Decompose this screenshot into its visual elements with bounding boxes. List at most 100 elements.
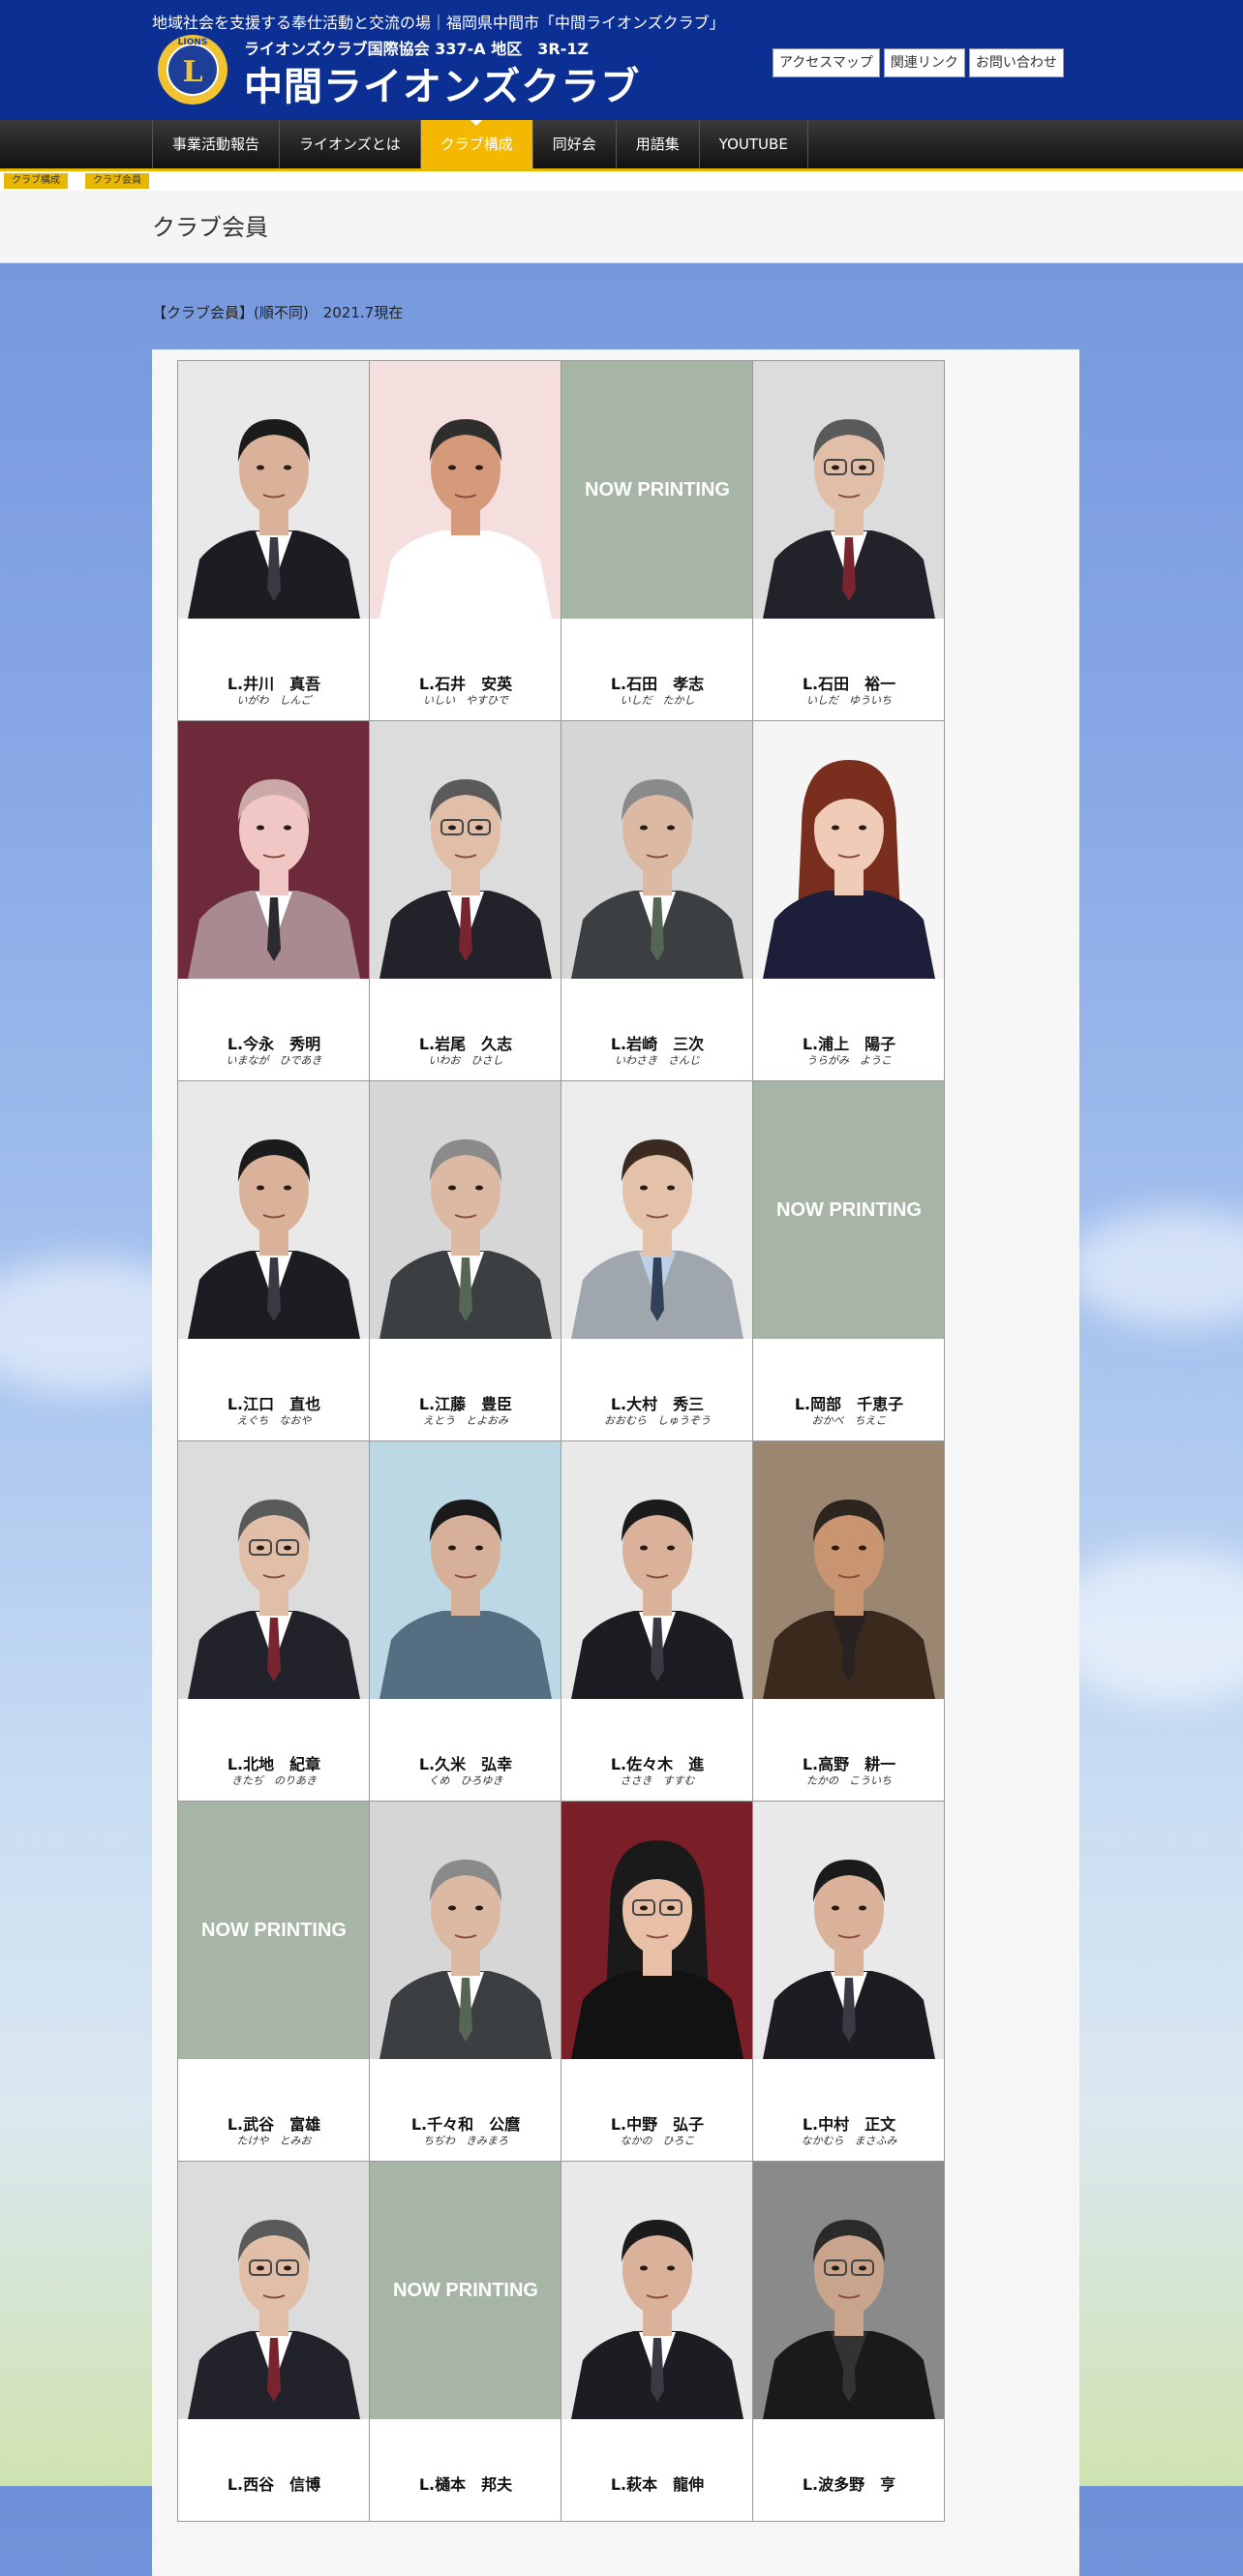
member-name: L.井川 真吾 [227, 675, 321, 693]
member-name-kana: なかむら まさふみ [801, 2135, 897, 2147]
member-name: L.久米 弘幸 [418, 1755, 513, 1773]
member-name-kana: いまなが ひであき [226, 1054, 322, 1067]
member-name: L.千々和 公麿 [410, 2115, 521, 2134]
now-printing-label: NOW PRINTING [753, 1081, 944, 1339]
member-name-kana: いしだ ゆういち [806, 694, 892, 707]
member-name-kana: えとう とよおみ [423, 1414, 508, 1427]
nav-hobby-club[interactable]: 同好会 [531, 120, 616, 168]
lions-logo[interactable]: L LIONS [152, 31, 233, 108]
breadcrumb-club-structure[interactable]: クラブ構成 [4, 173, 68, 189]
member-photo [753, 361, 944, 619]
member-name-kana: いしい やすひで [423, 694, 508, 707]
member-name-kana: うらがみ ようこ [806, 1054, 892, 1067]
site-tagline: 地域社会を支援する奉仕活動と交流の場｜福岡県中間市「中間ライオンズクラブ」 [152, 14, 725, 32]
member-name: L.西谷 信博 [227, 2475, 321, 2494]
member-card: L.浦上 陽子 うらがみ ようこ [753, 721, 945, 1081]
member-grid: L.井川 真吾 いがわ しんご L.石井 安英 いしい やすひで NOW PRINTIN… [177, 360, 945, 2522]
member-card: L.岩尾 久志 いわお ひさし [370, 721, 561, 1081]
member-name: L.今永 秀明 [227, 1035, 321, 1053]
member-card: NOW PRINTING L.樋本 邦夫 [370, 2162, 561, 2522]
member-name-kana: たけや とみお [236, 2135, 312, 2147]
member-photo [753, 2162, 944, 2419]
member-name-kana: きたぢ のりあき [231, 1774, 317, 1787]
page-title: クラブ会員 [152, 214, 268, 241]
member-name: L.中野 弘子 [610, 2115, 705, 2134]
member-name: L.石井 安英 [418, 675, 513, 693]
member-card: L.井川 真吾 いがわ しんご [178, 361, 370, 721]
member-card: L.久米 弘幸 くめ ひろゆき [370, 1441, 561, 1802]
member-photo [370, 721, 561, 979]
member-photo [561, 1441, 752, 1699]
member-photo [178, 1441, 369, 1699]
nav-glossary[interactable]: 用語集 [615, 120, 699, 168]
member-name: L.江藤 豊臣 [418, 1395, 513, 1413]
member-photo [178, 721, 369, 979]
member-card: L.千々和 公麿 ちぢわ きみまろ [370, 1802, 561, 2162]
member-card: L.大村 秀三 おおむら しゅうぞう [561, 1081, 753, 1441]
member-card: NOW PRINTING L.武谷 富雄 たけや とみお [178, 1802, 370, 2162]
nav-about-lions[interactable]: ライオンズとは [279, 120, 420, 168]
member-name-kana: おおむら しゅうぞう [604, 1414, 711, 1427]
now-printing-label: NOW PRINTING [561, 361, 752, 619]
member-name-kana: ささき すすむ [620, 1774, 695, 1787]
member-card: NOW PRINTING L.岡部 千恵子 おかべ ちえこ [753, 1081, 945, 1441]
member-name-kana: いがわ しんご [236, 694, 312, 707]
now-printing-placeholder: NOW PRINTING [753, 1081, 944, 1339]
member-photo [370, 1441, 561, 1699]
member-card: L.西谷 信博 [178, 2162, 370, 2522]
member-name: L.岩尾 久志 [418, 1035, 513, 1053]
member-name-kana: たかの こういち [806, 1774, 892, 1787]
site-header: 地域社会を支援する奉仕活動と交流の場｜福岡県中間市「中間ライオンズクラブ」 L … [0, 0, 1243, 120]
member-name: L.大村 秀三 [610, 1395, 705, 1413]
now-printing-label: NOW PRINTING [178, 1802, 369, 2059]
member-name: L.江口 直也 [227, 1395, 321, 1413]
member-name-kana: いわお ひさし [428, 1054, 503, 1067]
member-photo [561, 2162, 752, 2419]
logo-text: LIONS [178, 38, 208, 47]
now-printing-label: NOW PRINTING [370, 2162, 561, 2419]
member-card: NOW PRINTING L.石田 孝志 いしだ たかし [561, 361, 753, 721]
access-map-link[interactable]: アクセスマップ [773, 48, 880, 77]
related-links-link[interactable]: 関連リンク [883, 48, 965, 77]
member-name-kana: なかの ひろこ [620, 2135, 695, 2147]
member-name: L.波多野 亨 [802, 2475, 896, 2494]
breadcrumb-club-members[interactable]: クラブ会員 [85, 173, 149, 189]
member-name: L.北地 紀章 [227, 1755, 321, 1773]
member-photo [561, 721, 752, 979]
member-photo [370, 361, 561, 619]
member-photo [561, 1802, 752, 2059]
member-card: L.江藤 豊臣 えとう とよおみ [370, 1081, 561, 1441]
member-card: L.佐々木 進ささき すすむ [561, 1441, 753, 1802]
member-photo [561, 1081, 752, 1339]
member-name: L.石田 孝志 [610, 675, 705, 693]
member-name-kana: いしだ たかし [620, 694, 695, 707]
member-card: L.石田 裕一 いしだ ゆういち [753, 361, 945, 721]
member-card: L.北地 紀章 きたぢ のりあき [178, 1441, 370, 1802]
member-name-kana: くめ ひろゆき [428, 1774, 503, 1787]
member-name-kana: ちぢわ きみまろ [423, 2135, 508, 2147]
member-name: L.武谷 富雄 [227, 2115, 321, 2134]
member-photo [753, 1441, 944, 1699]
member-photo [178, 2162, 369, 2419]
member-card: L.今永 秀明 いまなが ひであき [178, 721, 370, 1081]
member-card: L.中野 弘子 なかの ひろこ [561, 1802, 753, 2162]
now-printing-placeholder: NOW PRINTING [178, 1802, 369, 2059]
member-name-kana: えぐち なおや [236, 1414, 312, 1427]
member-card: L.中村 正文 なかむら まさふみ [753, 1802, 945, 2162]
nav-activity-reports[interactable]: 事業活動報告 [152, 120, 279, 168]
member-name-kana: おかべ ちえこ [811, 1414, 887, 1427]
member-card: L.石井 安英 いしい やすひで [370, 361, 561, 721]
member-name: L.中村 正文 [802, 2115, 896, 2134]
member-name: L.高野 耕一 [802, 1755, 896, 1773]
member-card: L.萩本 龍伸 [561, 2162, 753, 2522]
nav-club-structure[interactable]: クラブ構成 [419, 120, 532, 168]
nav-youtube[interactable]: YOUTUBE [698, 120, 808, 168]
member-name: L.樋本 邦夫 [418, 2475, 513, 2494]
club-name: 中間ライオンズクラブ [244, 65, 641, 109]
contact-link[interactable]: お問い合わせ [968, 48, 1064, 77]
member-photo [370, 1802, 561, 2059]
member-name: L.岡部 千恵子 [794, 1395, 904, 1413]
member-photo [370, 1081, 561, 1339]
member-name: L.岩崎 三次 [610, 1035, 705, 1053]
member-card: L.岩崎 三次 いわさき さんじ [561, 721, 753, 1081]
